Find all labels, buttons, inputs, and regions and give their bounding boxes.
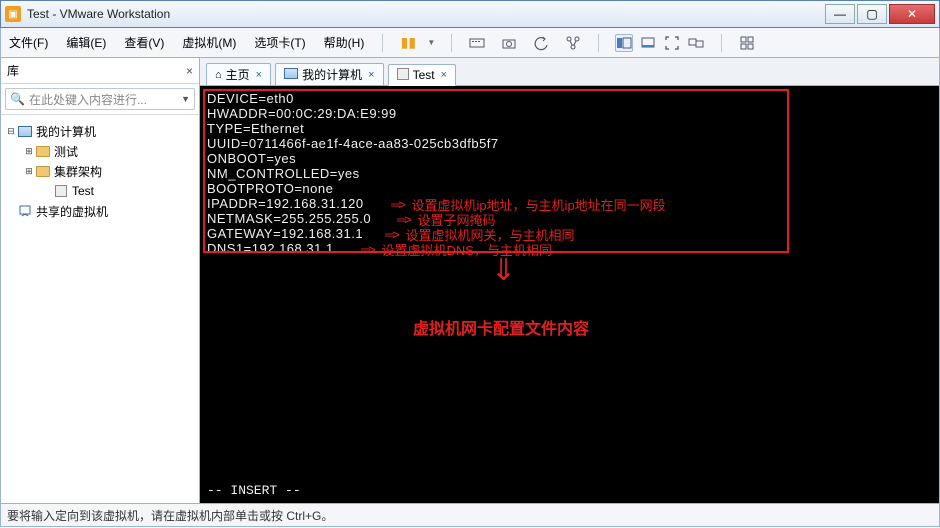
term-line: UUID=0711466f-ae1f-4ace-aa83-025cb3dfb5f…	[207, 136, 932, 151]
tree-folder-test[interactable]: ⊞ 测试	[5, 141, 195, 161]
term-line: DEVICE=eth0	[207, 91, 932, 106]
vim-mode: -- INSERT --	[207, 483, 301, 498]
camera-icon	[501, 35, 517, 51]
vm-icon	[397, 68, 409, 83]
folder-icon	[35, 166, 51, 177]
view-mode-group	[615, 34, 705, 52]
down-arrow-icon: ⇓	[491, 259, 516, 283]
term-line: HWADDR=00:0C:29:DA:E9:99	[207, 106, 932, 121]
window-controls: — ▢ ✕	[825, 4, 935, 24]
library-header: 库 ×	[1, 58, 199, 84]
minimize-button[interactable]: —	[825, 4, 855, 24]
tab-mycomputer[interactable]: 我的计算机 ×	[275, 63, 383, 85]
vm-icon	[53, 185, 69, 197]
monitor-icon	[284, 68, 298, 82]
tab-close-icon[interactable]: ×	[256, 69, 262, 81]
library-tree: ⊟ 我的计算机 ⊞ 测试 ⊞ 集群架构 Test	[1, 115, 199, 503]
shared-vm-icon	[17, 204, 33, 218]
menu-help[interactable]: 帮助(H)	[322, 32, 367, 53]
search-icon: 🔍	[10, 92, 25, 106]
menu-file[interactable]: 文件(F)	[7, 32, 50, 53]
snapshot-manager-button[interactable]	[564, 34, 582, 52]
term-line: ONBOOT=yes	[207, 151, 932, 166]
multimon-icon	[688, 35, 704, 51]
multimon-button[interactable]	[687, 34, 705, 52]
search-dropdown-icon[interactable]: ▼	[181, 94, 190, 104]
window-title: Test - VMware Workstation	[27, 7, 825, 21]
manager-icon	[565, 35, 581, 51]
divider	[451, 34, 452, 52]
tree-label: 测试	[54, 143, 78, 160]
tree-label: Test	[72, 184, 94, 198]
tab-close-icon[interactable]: ×	[441, 69, 447, 81]
maximize-button[interactable]: ▢	[857, 4, 887, 24]
status-text: 要将输入定向到该虚拟机，请在虚拟机内部单击或按 Ctrl+G。	[7, 507, 333, 524]
tab-home[interactable]: ⌂ 主页 ×	[206, 63, 271, 85]
snapshot-button[interactable]	[500, 34, 518, 52]
expand-icon[interactable]: ⊞	[23, 146, 35, 157]
menu-tabs[interactable]: 选项卡(T)	[252, 32, 307, 53]
divider	[598, 34, 599, 52]
monitor-icon	[17, 126, 33, 137]
pause-dropdown[interactable]: ▼	[427, 38, 435, 47]
tab-label: 我的计算机	[302, 66, 362, 83]
library-close-button[interactable]: ×	[186, 64, 193, 78]
tree-root-mycomputer[interactable]: ⊟ 我的计算机	[5, 121, 195, 141]
tree-vm-test[interactable]: Test	[5, 181, 195, 201]
terminal-view[interactable]: DEVICE=eth0 HWADDR=00:0C:29:DA:E9:99 TYP…	[200, 86, 939, 503]
menu-view[interactable]: 查看(V)	[122, 32, 166, 53]
menu-bar: 文件(F) 编辑(E) 查看(V) 虚拟机(M) 选项卡(T) 帮助(H) ▮▮…	[0, 28, 940, 58]
fullscreen-icon	[664, 35, 680, 51]
library-label: 库	[7, 62, 186, 79]
tree-shared-vms[interactable]: 共享的虚拟机	[5, 201, 195, 221]
screen-icon	[640, 35, 656, 51]
close-button[interactable]: ✕	[889, 4, 935, 24]
thumbnail-button[interactable]	[738, 34, 756, 52]
revert-snapshot-button[interactable]	[532, 34, 550, 52]
title-bar: ▣ Test - VMware Workstation — ▢ ✕	[0, 0, 940, 28]
keyboard-icon	[469, 35, 485, 51]
tab-bar: ⌂ 主页 × 我的计算机 × Test ×	[200, 58, 939, 86]
fullscreen-button[interactable]	[663, 34, 681, 52]
collapse-icon[interactable]: ⊟	[5, 126, 17, 137]
term-line: BOOTPROTO=none	[207, 181, 932, 196]
term-line: TYPE=Ethernet	[207, 121, 932, 136]
tab-test[interactable]: Test ×	[388, 64, 456, 86]
term-line: NM_CONTROLLED=yes	[207, 166, 932, 181]
pause-icon: ▮▮	[401, 34, 416, 51]
search-input[interactable]: 🔍 在此处键入内容进行... ▼	[5, 88, 195, 110]
search-placeholder: 在此处键入内容进行...	[29, 91, 147, 108]
thumbnail-icon	[739, 35, 755, 51]
app-icon: ▣	[5, 6, 21, 22]
revert-icon	[533, 35, 549, 51]
tab-close-icon[interactable]: ×	[368, 69, 374, 81]
expand-icon[interactable]: ⊞	[23, 166, 35, 177]
send-ctrl-alt-del-button[interactable]	[468, 34, 486, 52]
tree-label: 共享的虚拟机	[36, 203, 108, 220]
home-icon: ⌂	[215, 69, 222, 81]
divider	[382, 34, 383, 52]
unity-button[interactable]	[639, 34, 657, 52]
library-panel: 库 × 🔍 在此处键入内容进行... ▼ ⊟ 我的计算机 ⊞ 测试 ⊞	[0, 58, 200, 504]
tree-label: 集群架构	[54, 163, 102, 180]
folder-icon	[35, 146, 51, 157]
tab-label: 主页	[226, 66, 250, 83]
console-icon	[616, 35, 632, 51]
main-area: ⌂ 主页 × 我的计算机 × Test × DEVICE=eth0 HWADDR…	[200, 58, 940, 504]
menu-edit[interactable]: 编辑(E)	[64, 32, 108, 53]
pause-button[interactable]: ▮▮	[399, 34, 417, 52]
tab-label: Test	[413, 68, 435, 82]
tree-label: 我的计算机	[36, 123, 96, 140]
arrow-icon: ═>	[361, 242, 374, 257]
tree-folder-cluster[interactable]: ⊞ 集群架构	[5, 161, 195, 181]
annotation-dns: ═> 设置虚拟机DNS，与主机相同	[361, 240, 552, 259]
annotation-caption: 虚拟机网卡配置文件内容	[413, 315, 589, 339]
status-bar: 要将输入定向到该虚拟机，请在虚拟机内部单击或按 Ctrl+G。	[0, 504, 940, 527]
console-view-button[interactable]	[615, 34, 633, 52]
menu-vm[interactable]: 虚拟机(M)	[180, 32, 238, 53]
divider	[721, 34, 722, 52]
